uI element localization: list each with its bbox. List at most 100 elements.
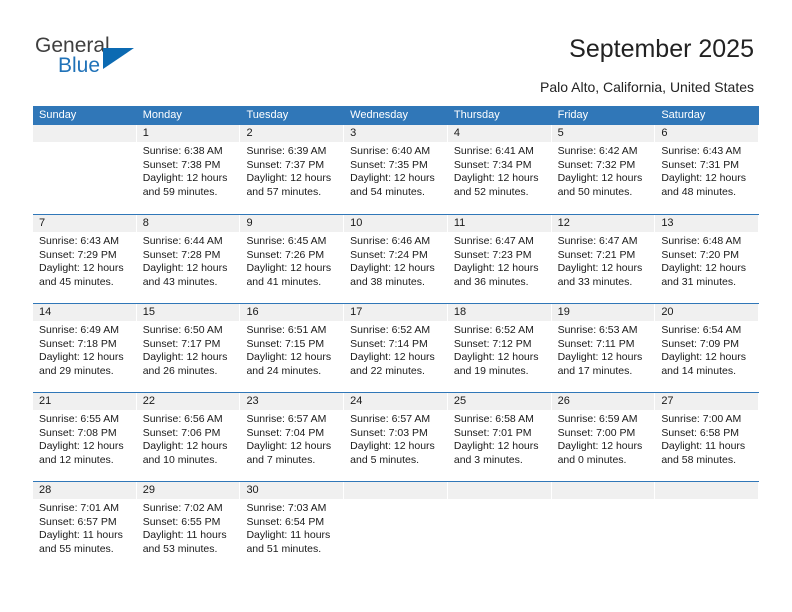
brand-logo[interactable]: General Blue xyxy=(35,34,175,82)
daylight-duration-line1: Daylight: 12 hours xyxy=(142,351,228,364)
day-number xyxy=(33,125,137,142)
calendar-week-row: 28 Sunrise: 7:01 AM Sunset: 6:57 PM Dayligh… xyxy=(33,481,760,570)
day-sun-info: Sunrise: 7:02 AM Sunset: 6:55 PM Daylight:… xyxy=(137,499,241,556)
day-number: 3 xyxy=(344,125,448,142)
sunrise-time: Sunrise: 6:47 AM xyxy=(557,235,638,247)
calendar-day-cell[interactable]: 11 Sunrise: 6:47 AM Sunset: 7:23 PM Dayligh… xyxy=(447,215,552,303)
day-number xyxy=(655,482,760,499)
daylight-duration-line1: Daylight: 12 hours xyxy=(557,440,643,453)
daylight-duration-line1: Daylight: 11 hours xyxy=(39,529,123,542)
calendar-week-row: 14 Sunrise: 6:49 AM Sunset: 7:18 PM Dayligh… xyxy=(33,303,760,392)
day-sun-info: Sunrise: 6:42 AM Sunset: 7:32 PM Daylight:… xyxy=(552,142,656,199)
daylight-duration-line2: and 24 minutes. xyxy=(246,364,322,377)
calendar-day-cell[interactable]: 26 Sunrise: 6:59 AM Sunset: 7:00 PM Dayligh… xyxy=(551,393,656,481)
weekday-header-saturday: Saturday xyxy=(661,109,706,121)
sunrise-time: Sunrise: 6:41 AM xyxy=(453,145,534,157)
day-sun-info: Sunrise: 6:53 AM Sunset: 7:11 PM Daylight:… xyxy=(552,321,656,378)
calendar-weeks: 1 Sunrise: 6:38 AM Sunset: 7:38 PM Daylight… xyxy=(33,125,760,570)
calendar-day-cell[interactable]: 16 Sunrise: 6:51 AM Sunset: 7:15 PM Dayligh… xyxy=(240,304,345,392)
day-sun-info: Sunrise: 6:47 AM Sunset: 7:21 PM Daylight:… xyxy=(552,232,656,289)
sunrise-time: Sunrise: 6:42 AM xyxy=(557,145,638,157)
daylight-duration-line1: Daylight: 12 hours xyxy=(557,172,643,185)
day-sun-info: Sunrise: 6:54 AM Sunset: 7:09 PM Daylight:… xyxy=(655,321,759,378)
sunrise-time: Sunrise: 6:38 AM xyxy=(142,145,223,157)
calendar-day-cell[interactable]: 3 Sunrise: 6:40 AM Sunset: 7:35 PM Daylight… xyxy=(344,125,448,214)
calendar-day-cell[interactable]: 10 Sunrise: 6:46 AM Sunset: 7:24 PM Dayligh… xyxy=(344,215,448,303)
calendar-day-cell-empty xyxy=(344,482,448,570)
daylight-duration-line2: and 26 minutes. xyxy=(142,364,218,377)
calendar-day-cell[interactable]: 7 Sunrise: 6:43 AM Sunset: 7:29 PM Daylight… xyxy=(33,215,137,303)
daylight-duration-line1: Daylight: 11 hours xyxy=(246,529,331,542)
daylight-duration-line1: Daylight: 12 hours xyxy=(246,172,332,185)
sunset-time: Sunset: 7:37 PM xyxy=(246,158,325,171)
calendar-day-cell[interactable]: 22 Sunrise: 6:56 AM Sunset: 7:06 PM Dayligh… xyxy=(136,393,241,481)
daylight-duration-line2: and 48 minutes. xyxy=(661,185,737,198)
calendar-day-cell[interactable]: 27 Sunrise: 7:00 AM Sunset: 6:58 PM Dayligh… xyxy=(655,393,760,481)
calendar-day-cell[interactable]: 6 Sunrise: 6:43 AM Sunset: 7:31 PM Daylight… xyxy=(655,125,760,214)
calendar-day-cell[interactable]: 14 Sunrise: 6:49 AM Sunset: 7:18 PM Dayligh… xyxy=(33,304,137,392)
calendar-day-cell[interactable]: 29 Sunrise: 7:02 AM Sunset: 6:55 PM Dayligh… xyxy=(136,482,241,570)
calendar-day-cell[interactable]: 18 Sunrise: 6:52 AM Sunset: 7:12 PM Dayligh… xyxy=(447,304,552,392)
calendar-day-cell[interactable]: 4 Sunrise: 6:41 AM Sunset: 7:34 PM Daylight… xyxy=(447,125,552,214)
page-header: General Blue September 2025 Palo Alto, C… xyxy=(0,0,792,100)
day-sun-info: Sunrise: 6:46 AM Sunset: 7:24 PM Daylight:… xyxy=(344,232,448,289)
day-number: 16 xyxy=(240,304,345,321)
daylight-duration-line2: and 59 minutes. xyxy=(142,185,218,198)
calendar-day-cell[interactable]: 23 Sunrise: 6:57 AM Sunset: 7:04 PM Dayligh… xyxy=(240,393,345,481)
calendar-day-cell[interactable]: 28 Sunrise: 7:01 AM Sunset: 6:57 PM Dayligh… xyxy=(33,482,137,570)
calendar-day-cell[interactable]: 1 Sunrise: 6:38 AM Sunset: 7:38 PM Daylight… xyxy=(136,125,241,214)
calendar-day-cell[interactable]: 8 Sunrise: 6:44 AM Sunset: 7:28 PM Daylight… xyxy=(136,215,241,303)
sunrise-time: Sunrise: 6:44 AM xyxy=(142,235,223,247)
sunset-time: Sunset: 7:06 PM xyxy=(142,426,221,439)
calendar-day-cell[interactable]: 2 Sunrise: 6:39 AM Sunset: 7:37 PM Daylight… xyxy=(240,125,345,214)
daylight-duration-line2: and 31 minutes. xyxy=(661,275,737,288)
calendar-day-cell[interactable]: 24 Sunrise: 6:57 AM Sunset: 7:03 PM Dayligh… xyxy=(344,393,448,481)
calendar-day-cell[interactable]: 20 Sunrise: 6:54 AM Sunset: 7:09 PM Dayligh… xyxy=(655,304,760,392)
sunset-time: Sunset: 6:55 PM xyxy=(142,515,221,528)
day-sun-info: Sunrise: 7:01 AM Sunset: 6:57 PM Daylight:… xyxy=(33,499,137,556)
daylight-duration-line2: and 45 minutes. xyxy=(39,275,114,288)
sunrise-time: Sunrise: 6:58 AM xyxy=(453,413,534,425)
calendar-day-cell[interactable]: 30 Sunrise: 7:03 AM Sunset: 6:54 PM Dayligh… xyxy=(240,482,345,570)
weekday-header-thursday: Thursday xyxy=(453,109,500,121)
day-sun-info: Sunrise: 6:57 AM Sunset: 7:04 PM Daylight:… xyxy=(240,410,344,467)
calendar-day-cell-empty xyxy=(551,482,656,570)
day-number: 14 xyxy=(33,304,137,321)
sunrise-time: Sunrise: 6:50 AM xyxy=(142,324,223,336)
day-number: 1 xyxy=(136,125,241,142)
calendar-week-row: 7 Sunrise: 6:43 AM Sunset: 7:29 PM Daylight… xyxy=(33,214,760,303)
calendar-day-cell[interactable]: 15 Sunrise: 6:50 AM Sunset: 7:17 PM Dayligh… xyxy=(136,304,241,392)
day-number: 10 xyxy=(344,215,448,232)
daylight-duration-line2: and 5 minutes. xyxy=(350,453,420,466)
daylight-duration-line1: Daylight: 12 hours xyxy=(142,440,228,453)
calendar-day-cell[interactable]: 5 Sunrise: 6:42 AM Sunset: 7:32 PM Daylight… xyxy=(551,125,656,214)
sunrise-time: Sunrise: 6:49 AM xyxy=(39,324,119,336)
day-number: 22 xyxy=(136,393,241,410)
calendar-day-cell[interactable]: 9 Sunrise: 6:45 AM Sunset: 7:26 PM Daylight… xyxy=(240,215,345,303)
day-number: 27 xyxy=(655,393,760,410)
day-sun-info: Sunrise: 7:00 AM Sunset: 6:58 PM Daylight:… xyxy=(655,410,759,467)
calendar-week-row: 21 Sunrise: 6:55 AM Sunset: 7:08 PM Dayligh… xyxy=(33,392,760,481)
calendar-day-cell[interactable]: 25 Sunrise: 6:58 AM Sunset: 7:01 PM Dayligh… xyxy=(447,393,552,481)
day-sun-info: Sunrise: 6:38 AM Sunset: 7:38 PM Daylight:… xyxy=(137,142,241,199)
sunrise-time: Sunrise: 6:52 AM xyxy=(350,324,431,336)
sunset-time: Sunset: 6:57 PM xyxy=(39,515,117,528)
day-number: 5 xyxy=(551,125,656,142)
calendar-day-cell[interactable]: 19 Sunrise: 6:53 AM Sunset: 7:11 PM Dayligh… xyxy=(551,304,656,392)
sunrise-time: Sunrise: 6:57 AM xyxy=(246,413,327,425)
sunrise-time: Sunrise: 7:02 AM xyxy=(142,502,223,514)
daylight-duration-line2: and 58 minutes. xyxy=(661,453,737,466)
sunrise-time: Sunrise: 6:43 AM xyxy=(39,235,119,247)
weekday-header-tuesday: Tuesday xyxy=(246,109,289,121)
calendar-day-cell[interactable]: 21 Sunrise: 6:55 AM Sunset: 7:08 PM Dayligh… xyxy=(33,393,137,481)
calendar-day-cell[interactable]: 12 Sunrise: 6:47 AM Sunset: 7:21 PM Dayligh… xyxy=(551,215,656,303)
daylight-duration-line2: and 19 minutes. xyxy=(453,364,529,377)
daylight-duration-line2: and 51 minutes. xyxy=(246,542,322,555)
sunrise-time: Sunrise: 6:55 AM xyxy=(39,413,119,425)
daylight-duration-line2: and 33 minutes. xyxy=(557,275,633,288)
daylight-duration-line1: Daylight: 12 hours xyxy=(39,262,124,275)
sunset-time: Sunset: 7:38 PM xyxy=(142,158,221,171)
calendar-day-cell[interactable]: 17 Sunrise: 6:52 AM Sunset: 7:14 PM Dayligh… xyxy=(344,304,448,392)
sunset-time: Sunset: 6:58 PM xyxy=(661,426,739,439)
calendar-day-cell[interactable]: 13 Sunrise: 6:48 AM Sunset: 7:20 PM Dayligh… xyxy=(655,215,760,303)
